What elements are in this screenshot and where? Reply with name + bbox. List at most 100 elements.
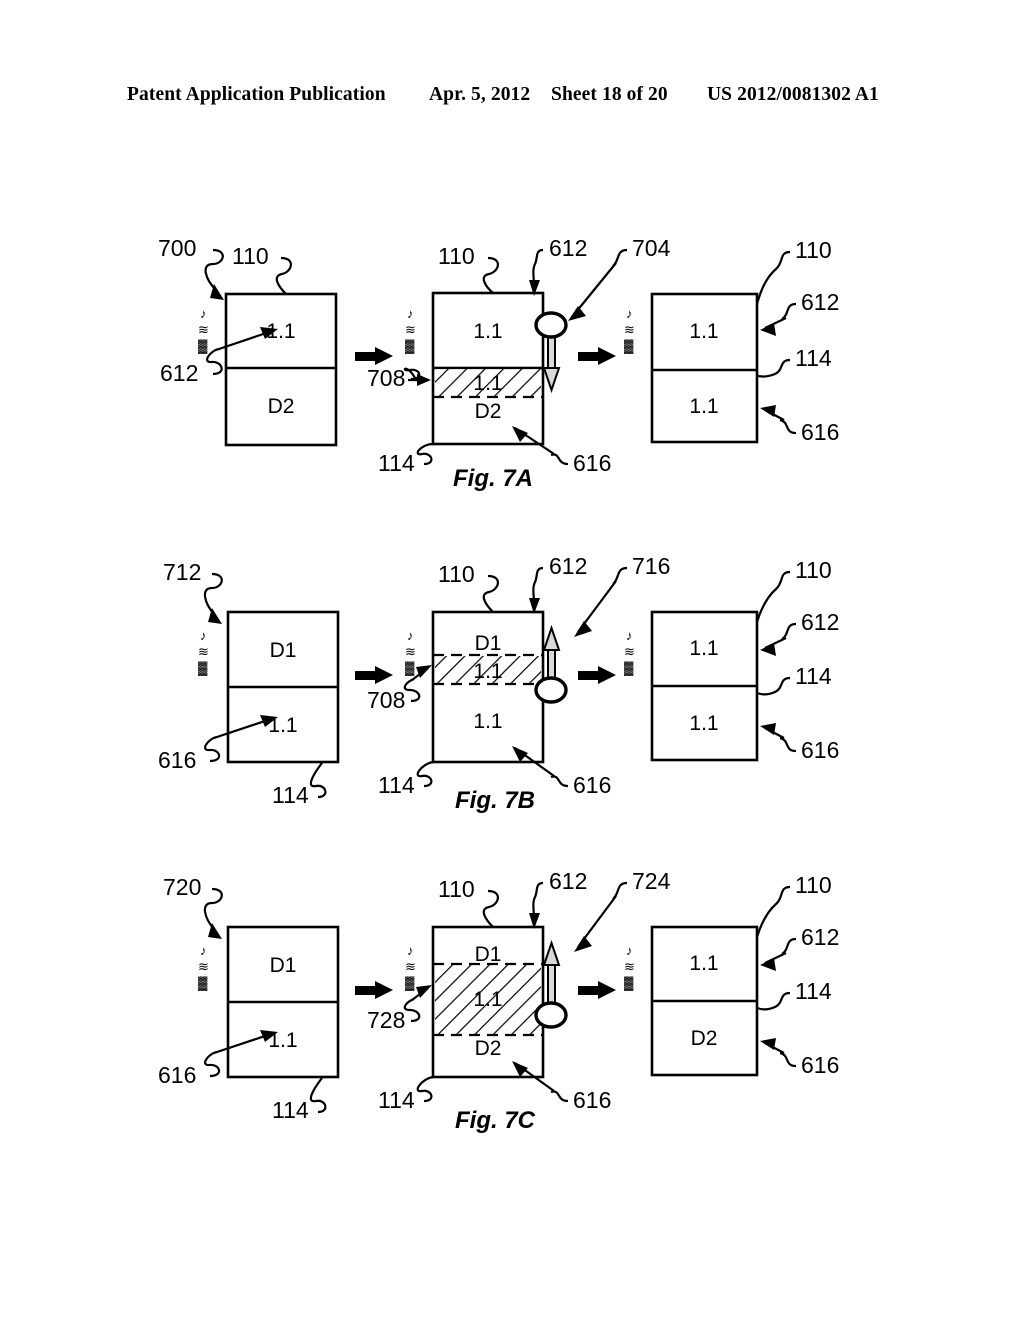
fig7a-left-box xyxy=(224,292,338,447)
ref-616-fig7c-mid: 616 xyxy=(573,1087,611,1113)
ref-616-fig7b-left: 616 xyxy=(158,747,196,773)
signal-glyph-icon: ≋ xyxy=(405,959,416,974)
ref-114-fig7a: 114 xyxy=(378,450,415,476)
ref-612-fig7b-right: 612 xyxy=(801,609,839,635)
ref-110-fig7b: 110 xyxy=(438,561,475,587)
ref-616-fig7a-mid: 616 xyxy=(573,450,611,476)
ref-114-fig7c-right: 114 xyxy=(795,978,832,1004)
fig7a-mid-hatch-below-label: D2 xyxy=(475,400,502,423)
ref-114-fig7b-mid: 114 xyxy=(378,772,415,798)
signal-glyph-icon: ▓ xyxy=(198,660,208,676)
ref-700: 700 xyxy=(158,235,196,261)
fig7a-caption: Fig. 7A xyxy=(453,465,533,492)
signal-glyph-icon: ▓ xyxy=(198,975,208,991)
fig7c-left-top-label: D1 xyxy=(270,954,297,977)
ref-114-fig7b-left: 114 xyxy=(272,782,309,808)
header-publication: Patent Application Publication xyxy=(127,84,386,105)
ref-616-fig7c-right: 616 xyxy=(801,1052,839,1078)
fig7a-right-bottom-label: 1.1 xyxy=(689,395,718,418)
ref-712: 712 xyxy=(163,559,201,585)
ref-708-fig7a: 708 xyxy=(367,365,405,391)
signal-glyph-icon: ♪ xyxy=(407,943,414,958)
fig7a-left-bottom-label: D2 xyxy=(268,395,295,418)
ref-114-fig7a-right: 114 xyxy=(795,345,832,371)
ref-612-fig7c-right: 612 xyxy=(801,924,839,950)
ref-708-fig7b: 708 xyxy=(367,687,405,713)
ref-110-fig7c: 110 xyxy=(438,876,475,902)
fig7c-caption: Fig. 7C xyxy=(455,1107,536,1134)
ref-612-fig7c: 612 xyxy=(549,868,587,894)
ref-110-fig7a-right: 110 xyxy=(795,237,832,263)
ref-114-fig7b-right: 114 xyxy=(795,663,832,689)
signal-glyph-icon: ▓ xyxy=(198,338,208,354)
ref-616-fig7a-right: 616 xyxy=(801,419,839,445)
signal-glyph-icon: ♪ xyxy=(200,943,207,958)
ref-724-fig7c: 724 xyxy=(632,868,671,894)
signal-glyph-icon: ▓ xyxy=(405,660,415,676)
signal-glyph-icon: ▓ xyxy=(405,338,415,354)
ref-114-fig7c-left: 114 xyxy=(272,1097,309,1123)
signal-glyph-icon: ≋ xyxy=(624,959,635,974)
signal-glyph-icon: ≋ xyxy=(405,322,416,337)
fig-7a: 700 1.1 D2 110 612 ♪ ≋ ▓ 1.1 1.1 D2 110 … xyxy=(158,235,839,492)
ref-616-fig7b-right: 616 xyxy=(801,737,839,763)
ref-720: 720 xyxy=(163,874,201,900)
signal-glyph-icon: ≋ xyxy=(624,644,635,659)
signal-glyph-icon: ♪ xyxy=(407,628,414,643)
header-date: Apr. 5, 2012 xyxy=(429,84,531,105)
flow-arrow xyxy=(355,981,393,999)
signal-glyph-icon: ♪ xyxy=(626,306,633,321)
fig7c-right-bottom-label: D2 xyxy=(691,1027,718,1050)
ref-728-fig7c: 728 xyxy=(367,1007,405,1033)
signal-glyph-icon: ▓ xyxy=(624,338,634,354)
signal-glyph-icon: ≋ xyxy=(198,322,209,337)
flow-arrow xyxy=(355,347,393,365)
ref-716-fig7b: 716 xyxy=(632,553,670,579)
signal-glyph-icon: ♪ xyxy=(200,628,207,643)
fig7a-mid-top-label: 1.1 xyxy=(473,320,502,343)
flow-arrow xyxy=(355,666,393,684)
ref-110-fig7b-right: 110 xyxy=(795,557,832,583)
ref-616-fig7b-mid: 616 xyxy=(573,772,611,798)
signal-glyph-icon: ♪ xyxy=(407,306,414,321)
signal-glyph-icon: ♪ xyxy=(626,943,633,958)
ref-114-fig7c-mid: 114 xyxy=(378,1087,415,1113)
ref-612-fig7a-right: 612 xyxy=(801,289,839,315)
fig7b-right-top-label: 1.1 xyxy=(689,637,718,660)
fig7b-mid-bottom-label: 1.1 xyxy=(473,710,502,733)
signal-glyph-icon: ♪ xyxy=(200,306,207,321)
fig-7c: 720 D1 1.1 ♪ ≋ ▓ 616 114 D1 1.1 D2 110 6… xyxy=(158,868,839,1134)
fig7a-right-top-label: 1.1 xyxy=(689,320,718,343)
fig7b-caption: Fig. 7B xyxy=(455,787,535,814)
ref-612-fig7a-mid: 612 xyxy=(549,235,587,261)
signal-glyph-icon: ≋ xyxy=(198,959,209,974)
signal-glyph-icon: ≋ xyxy=(405,644,416,659)
ref-612-fig7a-left: 612 xyxy=(160,360,198,386)
fig7b-left-top-label: D1 xyxy=(270,639,297,662)
patent-drawing-page: Patent Application Publication Apr. 5, 2… xyxy=(0,0,1024,1320)
fig-7b: 712 D1 1.1 ♪ ≋ ▓ 616 114 D1 1.1 1.1 110 xyxy=(158,553,839,814)
signal-glyph-icon: ▓ xyxy=(624,975,634,991)
signal-glyph-icon: ≋ xyxy=(624,322,635,337)
fig7b-mid-top-label: D1 xyxy=(475,632,502,655)
signal-glyph-icon: ▓ xyxy=(624,660,634,676)
fig7a-right-box xyxy=(650,292,759,444)
flow-arrow xyxy=(578,666,616,684)
fig7c-hatch-label: 1.1 xyxy=(473,988,502,1011)
fig7b-mid-hatch-label: 1.1 xyxy=(473,660,502,683)
header-sheet: Sheet 18 of 20 xyxy=(551,84,668,105)
signal-glyph-icon: ♪ xyxy=(626,628,633,643)
fig7c-hatch-top-label: D1 xyxy=(475,943,502,966)
fig7a-mid-hatch-label: 1.1 xyxy=(473,372,502,395)
signal-glyph-icon: ≋ xyxy=(198,644,209,659)
signal-glyph-icon: ▓ xyxy=(405,975,415,991)
header-docnum: US 2012/0081302 A1 xyxy=(707,84,879,105)
fig7c-hatch-bottom-label: D2 xyxy=(475,1037,502,1060)
ref-616-fig7c-left: 616 xyxy=(158,1062,196,1088)
ref-110-fig7a-mid: 110 xyxy=(438,243,475,269)
fig7b-right-bottom-label: 1.1 xyxy=(689,712,718,735)
flow-arrow xyxy=(578,981,616,999)
fig7c-right-top-label: 1.1 xyxy=(689,952,718,975)
ref-110-fig7a-left: 110 xyxy=(232,243,269,269)
flow-arrow xyxy=(578,347,616,365)
